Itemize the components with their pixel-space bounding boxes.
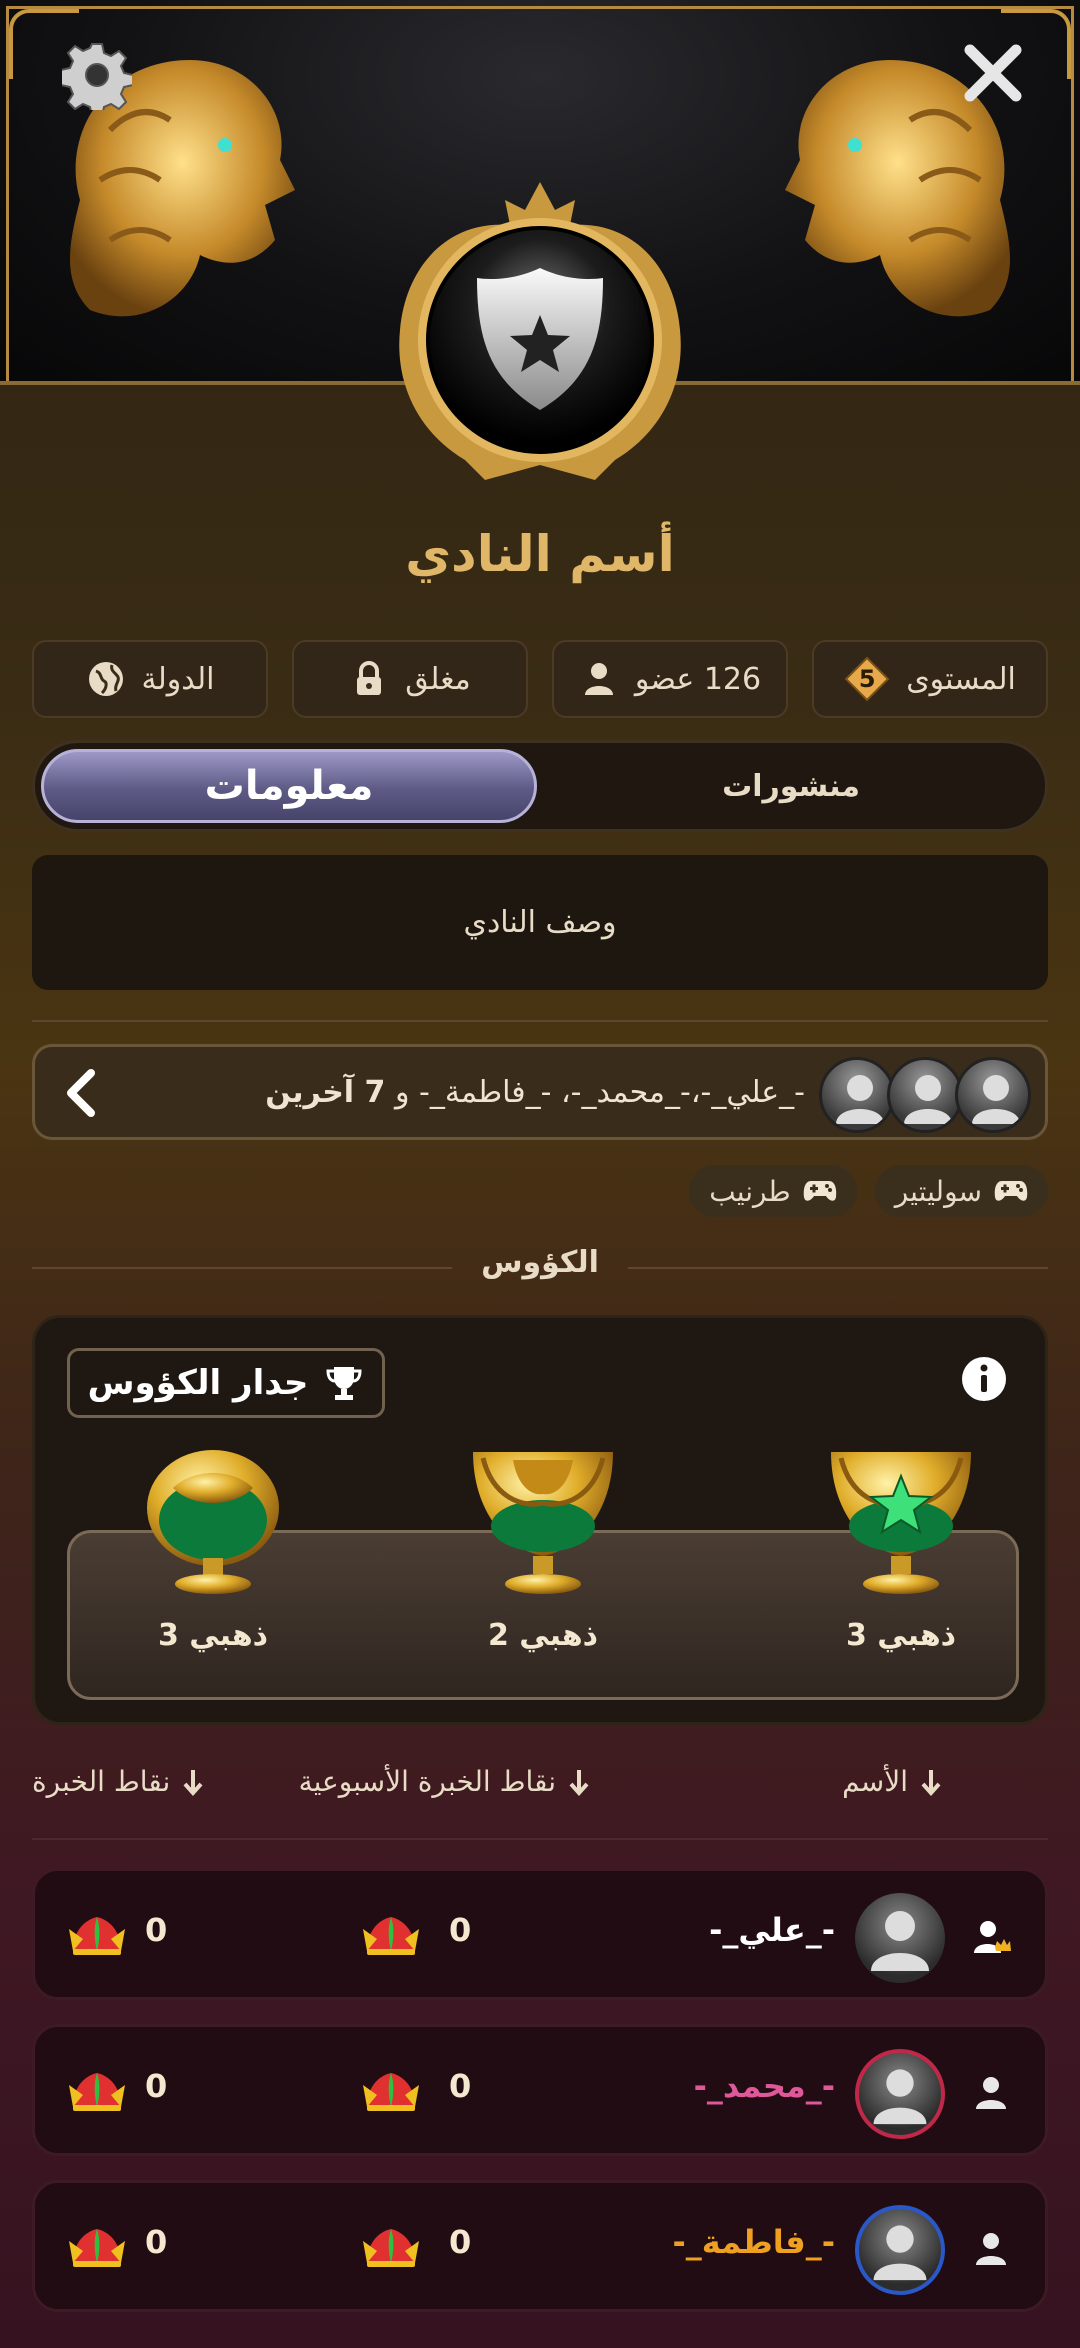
member-avatars [819, 1057, 1031, 1133]
xp-value: 0 [145, 1911, 168, 1949]
leader-crown-user-icon [974, 1921, 1011, 1953]
avatar [855, 2049, 945, 2139]
weekly-xp-value: 0 [449, 1911, 472, 1949]
arrow-down-icon [183, 1769, 203, 1796]
person-icon [584, 663, 613, 695]
game-tag[interactable]: سوليتير [874, 1165, 1048, 1217]
jester-hat-icon [69, 2073, 125, 2111]
column-header-label: الأسم [842, 1765, 908, 1798]
trophy-wall-button[interactable]: جدار الكؤوس [67, 1348, 385, 1418]
member-names-text: -_علي_-،-_محمد_-، -_فاطمة_- و [394, 1074, 805, 1110]
member-name: -_محمد_- [693, 2067, 835, 2105]
column-header-name[interactable]: الأسم [842, 1765, 942, 1798]
avatar [855, 2205, 945, 2295]
divider [32, 1838, 1048, 1840]
jester-hat-icon [363, 1917, 419, 1955]
jester-hat-icon [69, 2229, 125, 2267]
members-count: 126 عضو [634, 661, 762, 697]
table-row[interactable]: -_محمد_- 0 0 [32, 2024, 1048, 2156]
trophy-label: ذهبي 3 [157, 1618, 269, 1653]
weekly-xp-value: 0 [449, 2067, 472, 2105]
jester-hat-icon [363, 2073, 419, 2111]
level-value: 5 [858, 665, 876, 693]
member-name: -_علي_- [709, 1911, 835, 1949]
trophy-label: ذهبي 3 [845, 1618, 957, 1653]
stat-country[interactable]: الدولة [32, 640, 268, 718]
trophy-label: ذهبي 2 [487, 1618, 599, 1653]
user-icon [976, 2233, 1006, 2265]
settings-gear-icon[interactable] [62, 40, 132, 110]
trophy-wall-panel: جدار الكؤوس ذهبي 3 ذهبي 2 ذهبي 3 [32, 1315, 1048, 1725]
stat-privacy[interactable]: مغلق [292, 640, 528, 718]
avatar [887, 1057, 963, 1133]
column-header-label: نقاط الخبرة [32, 1765, 171, 1798]
info-icon[interactable] [961, 1356, 1007, 1402]
country-label: الدولة [141, 661, 215, 697]
weekly-xp-value: 0 [449, 2223, 472, 2261]
jester-hat-icon [69, 1917, 125, 1955]
tab-posts[interactable]: منشورات [543, 749, 1039, 823]
game-tag-label: طرنيب [709, 1174, 791, 1208]
privacy-status: مغلق [405, 661, 471, 697]
club-emblem-shield-icon[interactable] [375, 180, 705, 490]
game-tag-label: سوليتير [894, 1174, 982, 1208]
xp-value: 0 [145, 2067, 168, 2105]
chevron-left-icon[interactable] [57, 1065, 107, 1121]
close-icon[interactable] [958, 38, 1028, 108]
gamepad-icon [803, 1181, 836, 1201]
others-count: 7 آخرين [265, 1074, 386, 1110]
user-icon [976, 2077, 1006, 2109]
trophies-section-title: الكؤوس [481, 1245, 599, 1280]
column-header-label: نقاط الخبرة الأسبوعية [298, 1765, 556, 1798]
table-row[interactable]: -_علي_- 0 0 [32, 1868, 1048, 2000]
level-diamond-icon: 5 [844, 656, 890, 702]
arrow-down-icon [569, 1769, 589, 1796]
gold-trophy-icon[interactable] [463, 1448, 623, 1598]
stat-members[interactable]: 126 عضو [552, 640, 788, 718]
gold-trophy-icon[interactable] [133, 1448, 293, 1598]
trophy-wall-label: جدار الكؤوس [87, 1363, 309, 1403]
club-tabs: معلومات منشورات [32, 740, 1048, 832]
table-row[interactable]: -_فاطمة_- 0 0 [32, 2180, 1048, 2312]
avatar [819, 1057, 895, 1133]
arrow-down-icon [921, 1769, 941, 1796]
members-preview-row[interactable]: -_علي_-،-_محمد_-، -_فاطمة_- و 7 آخرين [32, 1044, 1048, 1140]
level-label: المستوى [906, 661, 1016, 697]
xp-value: 0 [145, 2223, 168, 2261]
column-header-weekly-xp[interactable]: نقاط الخبرة الأسبوعية [299, 1765, 590, 1798]
divider [32, 1020, 1048, 1022]
trophy-icon [326, 1367, 362, 1400]
jester-hat-icon [363, 2229, 419, 2267]
gold-trophy-star-icon[interactable] [821, 1448, 981, 1598]
game-tag[interactable]: طرنيب [689, 1165, 857, 1217]
club-description: وصف النادي [32, 855, 1048, 990]
club-name-title: أسم النادي [405, 525, 675, 583]
club-stats-bar: المستوى 5 126 عضو مغلق الدولة [32, 640, 1048, 718]
tab-info[interactable]: معلومات [41, 749, 537, 823]
gamepad-icon [994, 1181, 1028, 1201]
avatar [955, 1057, 1031, 1133]
globe-icon [88, 662, 123, 696]
column-header-xp[interactable]: نقاط الخبرة [32, 1765, 204, 1798]
lock-icon [357, 661, 382, 695]
member-name: -_فاطمة_- [672, 2223, 835, 2261]
avatar [855, 1893, 945, 1983]
game-tags: سوليتير طرنيب [689, 1165, 1048, 1217]
members-names: -_علي_-،-_محمد_-، -_فاطمة_- و 7 آخرين [265, 1047, 805, 1137]
stat-level[interactable]: المستوى 5 [812, 640, 1048, 718]
